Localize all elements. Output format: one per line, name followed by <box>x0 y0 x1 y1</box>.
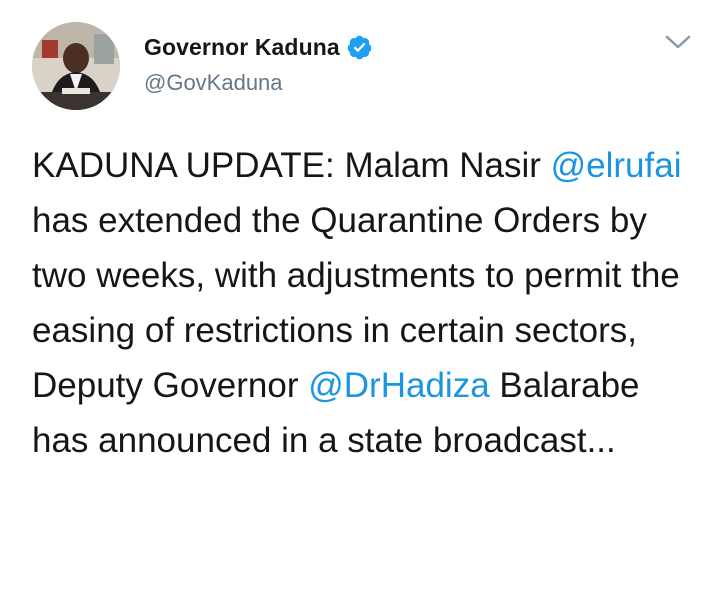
tweet-header: Governor Kaduna @GovKaduna <box>32 22 692 114</box>
chevron-down-icon[interactable] <box>664 32 692 52</box>
tweet-text: KADUNA UPDATE: Malam Nasir @elrufai has … <box>32 138 692 468</box>
tweet-text-segment: KADUNA UPDATE: Malam Nasir <box>32 146 551 185</box>
mention-link-drhadiza[interactable]: @DrHadiza <box>308 366 489 405</box>
profile-photo <box>32 22 120 110</box>
display-name-row: Governor Kaduna <box>144 30 373 64</box>
mention-link-elrufai[interactable]: @elrufai <box>551 146 682 185</box>
avatar[interactable] <box>32 22 120 110</box>
verified-badge-icon <box>346 34 373 61</box>
tweet-card: Governor Kaduna @GovKaduna KADUNA UPDATE… <box>0 0 720 597</box>
display-name[interactable]: Governor Kaduna <box>144 34 340 61</box>
handle[interactable]: @GovKaduna <box>144 70 373 96</box>
author-names: Governor Kaduna @GovKaduna <box>144 30 373 96</box>
